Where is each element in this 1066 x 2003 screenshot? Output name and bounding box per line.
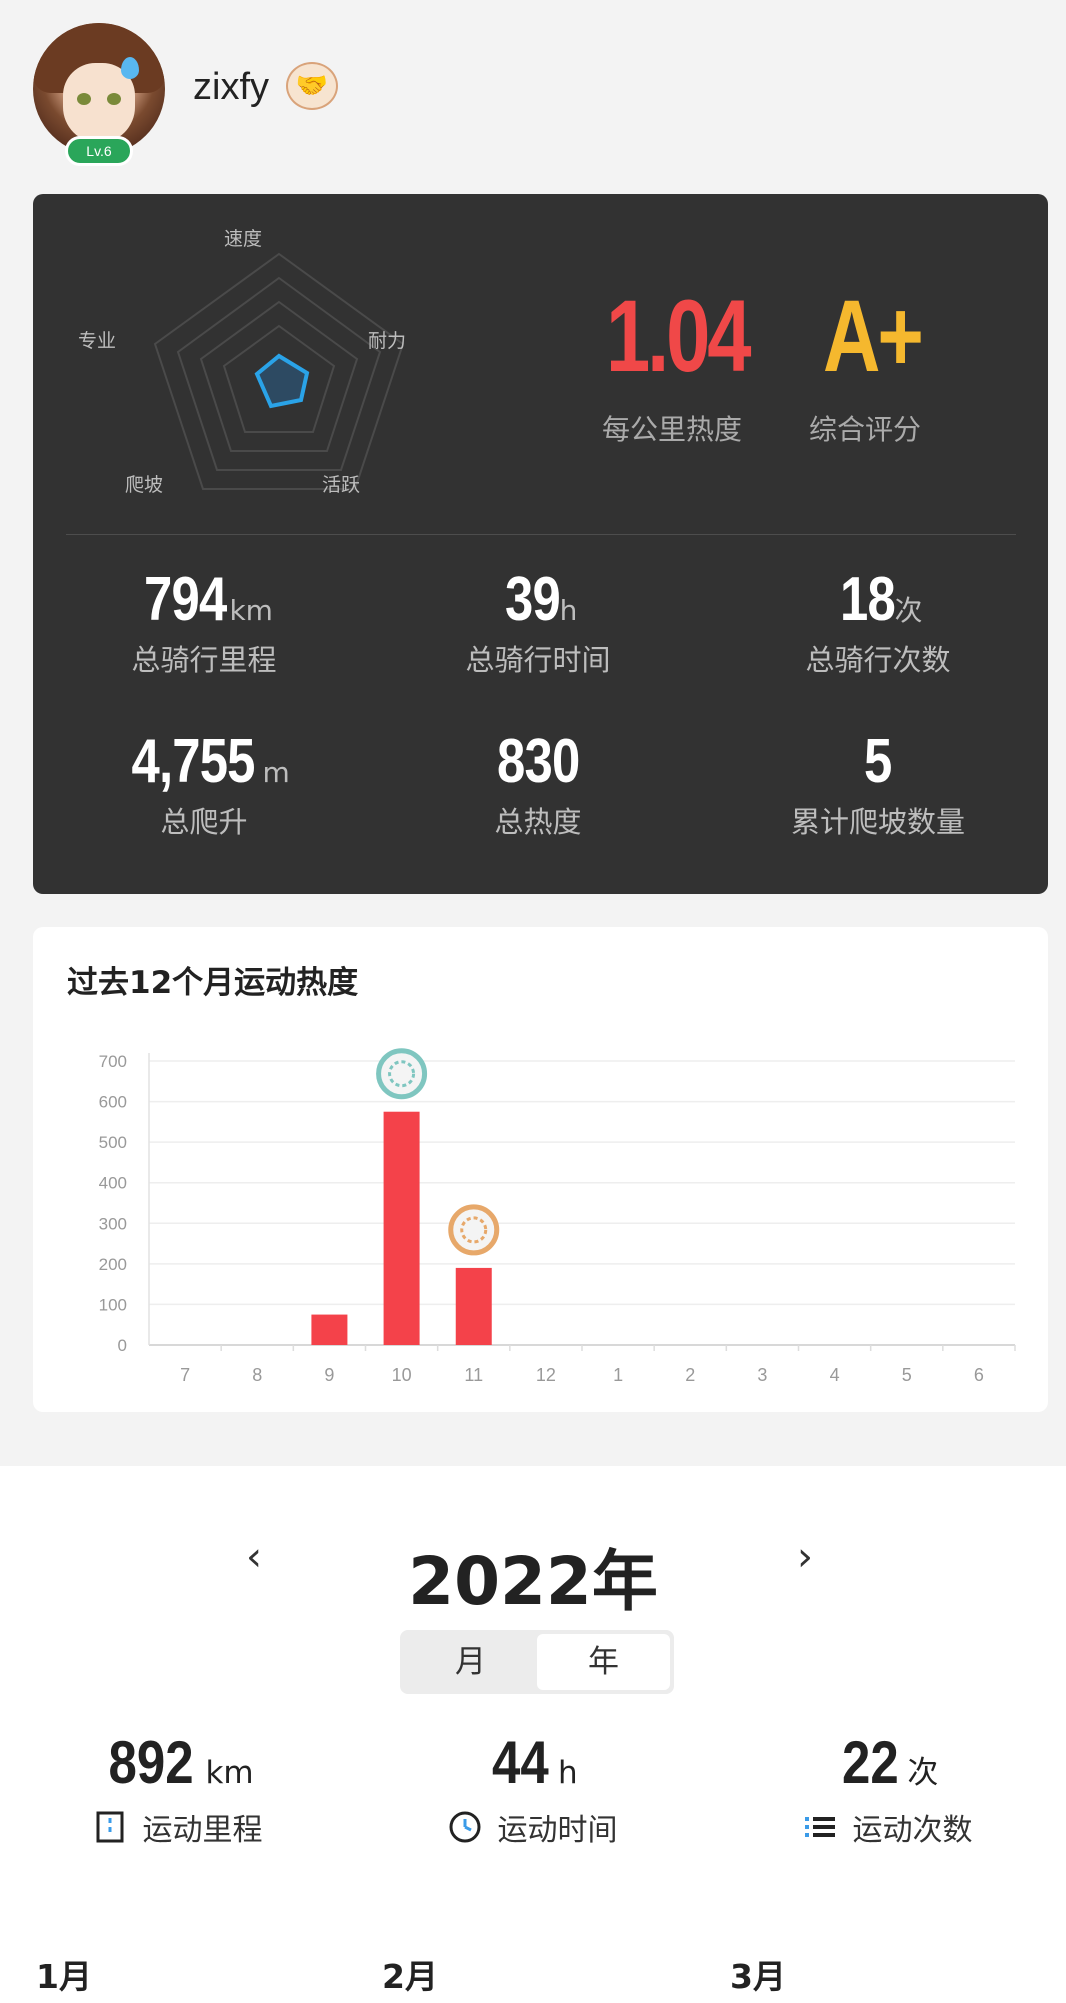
year-stat-unit: 次 — [907, 1755, 939, 1791]
chevron-right-icon[interactable]: › — [797, 1534, 813, 1580]
overall-rating-value: A+ — [823, 279, 924, 393]
radar-label-professional: 专业 — [78, 330, 117, 352]
tab-month[interactable]: 月 — [404, 1634, 537, 1690]
stat-total-heat: 830 总热度 — [373, 726, 703, 841]
y-tick-label: 200 — [99, 1255, 127, 1274]
year-stat-label: 运动时间 — [497, 1813, 618, 1848]
x-tick-label: 2 — [685, 1365, 695, 1385]
y-tick-label: 500 — [99, 1133, 127, 1152]
heat-per-km-label: 每公里热度 — [602, 413, 743, 446]
y-tick-label: 100 — [99, 1295, 127, 1314]
stat-value: 18 — [839, 565, 896, 634]
heat-chart-card: 过去12个月运动热度 0 100 200 300 400 500 600 700 7 8 9 10 11… — [33, 927, 1048, 1412]
sweat-drop-icon — [121, 57, 139, 79]
heat-per-km-value: 1.04 — [606, 279, 751, 393]
stat-label: 总爬升 — [160, 805, 248, 839]
tab-year[interactable]: 年 — [537, 1634, 670, 1690]
heat-bar-chart[interactable]: 01002003004005006007007 8 9 10 11 12 1 2 3 4 5 6 — [33, 927, 1048, 1412]
year-title: 2022年 — [408, 1543, 658, 1620]
x-tick-label: 6 — [974, 1365, 984, 1385]
stat-total-rides: 18次 总骑行次数 — [713, 564, 1043, 679]
year-stat-value: 22 — [841, 1729, 899, 1796]
year-stat-unit: km — [205, 1755, 254, 1791]
stat-total-climb: 4,755 m 总爬升 — [39, 726, 369, 841]
y-tick-label: 400 — [99, 1174, 127, 1193]
year-stat-value: 44 — [492, 1729, 550, 1796]
stat-label: 总骑行时间 — [465, 643, 611, 677]
handshake-icon[interactable]: 🤝 — [286, 62, 338, 110]
x-tick-label: 4 — [830, 1365, 840, 1385]
stat-value: 39 — [504, 565, 561, 634]
stat-unit: h — [559, 594, 578, 627]
year-stat-value: 892 — [108, 1729, 194, 1796]
month-header-feb[interactable]: 2月 — [382, 1950, 438, 1998]
x-tick-label: 3 — [757, 1365, 767, 1385]
radar-chart — [153, 252, 405, 490]
x-tick-label: 5 — [902, 1365, 912, 1385]
stat-total-time: 39h 总骑行时间 — [373, 564, 703, 679]
radar-label-endurance: 耐力 — [368, 330, 407, 352]
year-stat-time: 44 h 运动时间 — [355, 1728, 710, 1849]
stat-climb-count: 5 累计爬坡数量 — [713, 726, 1043, 841]
radar-label-climbing: 爬坡 — [125, 474, 164, 496]
y-tick-label: 600 — [99, 1093, 127, 1112]
avatar-eye-left — [77, 93, 91, 105]
road-icon — [93, 1810, 127, 1844]
card-divider — [66, 534, 1016, 535]
radar-label-speed: 速度 — [224, 228, 263, 250]
year-stat-distance: 892 km 运动里程 — [0, 1728, 355, 1849]
avatar-eye-right — [107, 93, 121, 105]
stat-label: 总骑行里程 — [131, 643, 277, 677]
radar-label-activity: 活跃 — [322, 474, 361, 496]
month-header-mar[interactable]: 3月 — [730, 1950, 786, 1998]
y-tick-label: 0 — [118, 1336, 127, 1355]
x-tick-label: 12 — [536, 1365, 556, 1385]
year-stat-count: 22 次 运动次数 — [710, 1728, 1065, 1849]
bar-9 — [311, 1314, 348, 1345]
riding-summary-card: 速度 耐力 活跃 爬坡 专业 1.04 每公里热度 A+ 综合评分 794 km … — [33, 194, 1048, 894]
medal-icon — [376, 1048, 428, 1100]
year-stat-label: 运动里程 — [142, 1813, 263, 1848]
username[interactable]: zixfy — [193, 66, 269, 109]
clock-icon — [448, 1810, 482, 1844]
x-tick-label: 9 — [324, 1365, 334, 1385]
year-summary-section: ‹ 2022年 › 月 年 892 km 运动里程 44 h 运动时间 22 次 运动… — [0, 1466, 1066, 2003]
level-badge: Lv.6 — [65, 136, 133, 166]
stat-label: 总骑行次数 — [805, 643, 951, 677]
year-stat-label: 运动次数 — [852, 1813, 973, 1848]
stat-value: 830 — [496, 727, 580, 796]
bar-11 — [455, 1267, 492, 1345]
x-tick-label: 7 — [180, 1365, 190, 1385]
overall-rating-label: 综合评分 — [809, 413, 922, 446]
y-tick-label: 300 — [99, 1214, 127, 1233]
period-toggle: 月 年 — [400, 1630, 674, 1694]
month-header-jan[interactable]: 1月 — [36, 1950, 92, 1998]
stat-unit: 次 — [894, 594, 923, 627]
medal-icon — [448, 1204, 500, 1256]
stat-unit: m — [262, 756, 290, 789]
y-tick-label: 700 — [99, 1052, 127, 1071]
x-tick-label: 11 — [464, 1365, 483, 1385]
bar-10 — [383, 1111, 420, 1345]
profile-header: Lv.6 zixfy 🤝 — [0, 0, 1066, 180]
stat-total-distance: 794 km 总骑行里程 — [39, 564, 369, 679]
stat-value: 5 — [864, 727, 892, 796]
stat-label: 累计爬坡数量 — [790, 805, 965, 839]
list-icon — [803, 1810, 837, 1844]
stat-label: 总热度 — [494, 805, 582, 839]
stat-value: 4,755 — [131, 727, 256, 796]
stat-unit: km — [229, 594, 273, 627]
stat-value: 794 — [144, 565, 227, 634]
x-tick-label: 10 — [392, 1365, 412, 1385]
x-tick-label: 8 — [252, 1365, 262, 1385]
year-stat-unit: h — [558, 1755, 578, 1791]
x-tick-label: 1 — [613, 1365, 623, 1385]
radar-value-shape — [254, 353, 310, 409]
